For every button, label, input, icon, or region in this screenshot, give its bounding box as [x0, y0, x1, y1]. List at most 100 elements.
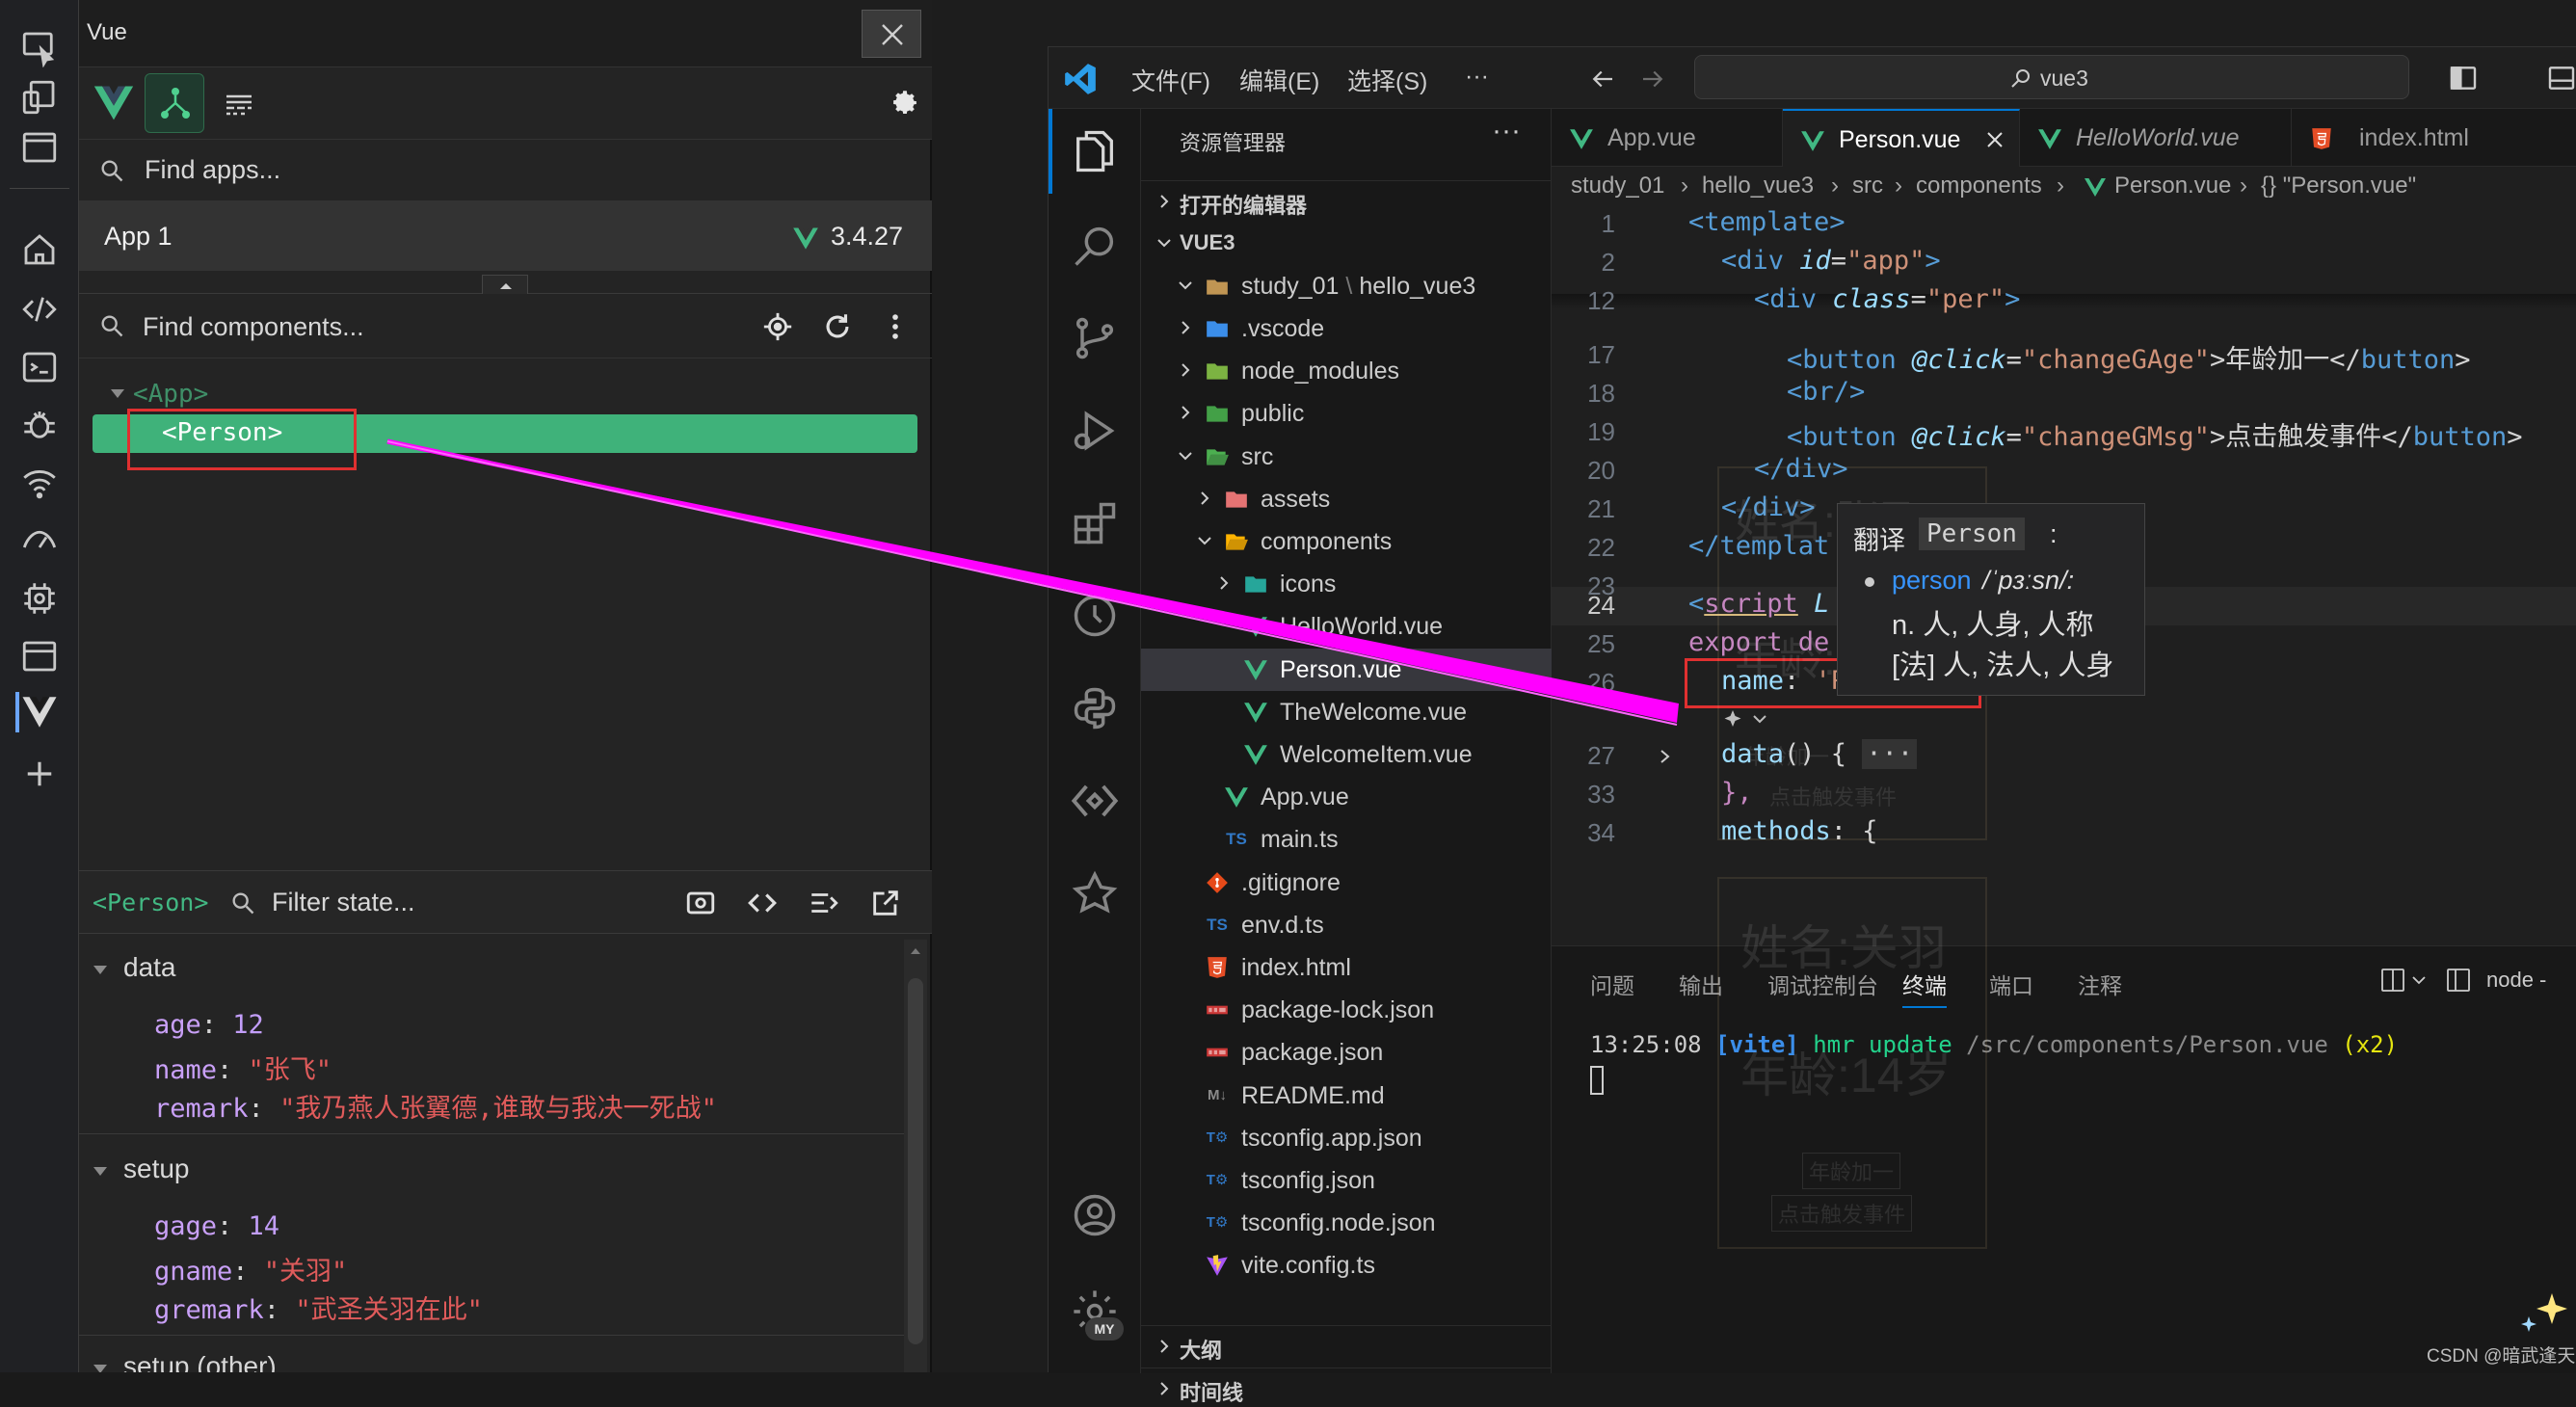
workspace-section[interactable]: VUE3: [1141, 223, 1552, 265]
file-tree-row[interactable]: .gitignore: [1141, 862, 1552, 904]
toggle-panel-icon[interactable]: [2546, 63, 2576, 93]
menu-file[interactable]: 文件(F): [1131, 63, 1210, 97]
file-tree-row[interactable]: components: [1141, 520, 1552, 563]
app-selector[interactable]: App 1 3.4.27: [79, 201, 932, 271]
explorer-more-icon[interactable]: ···: [1492, 115, 1521, 147]
panel-tab-problems[interactable]: 问题: [1590, 968, 1634, 1000]
collapse-arrow-icon[interactable]: [482, 275, 528, 294]
state-item[interactable]: remark: "我乃燕人张翼德,谁敢与我决一死战": [154, 1087, 717, 1125]
timeline-history-icon[interactable]: [1070, 591, 1120, 641]
file-tree-row[interactable]: package-lock.json: [1141, 989, 1552, 1031]
menu-more[interactable]: ···: [1465, 63, 1489, 91]
memory-chip-icon[interactable]: [19, 578, 60, 619]
section-collapse-icon[interactable]: [91, 1161, 110, 1181]
terminal-cursor[interactable]: [1590, 1066, 1604, 1095]
folder-row-root[interactable]: study_01 \ hello_vue3: [1141, 265, 1552, 307]
vue-devtools-icon[interactable]: [15, 692, 57, 732]
performance-icon[interactable]: [19, 520, 60, 561]
extensions-icon[interactable]: [1070, 498, 1120, 548]
menu-edit[interactable]: 编辑(E): [1239, 63, 1319, 97]
file-tree-row[interactable]: package.json: [1141, 1031, 1552, 1074]
section-collapse-icon[interactable]: [91, 960, 110, 979]
file-tree-row[interactable]: TS env.d.ts: [1141, 904, 1552, 946]
application-icon[interactable]: [19, 636, 60, 677]
window-icon[interactable]: [19, 127, 60, 168]
state-scrollbar[interactable]: [904, 940, 927, 1372]
tree-node-app[interactable]: <App>: [133, 380, 208, 409]
fold-chevron-icon[interactable]: [1656, 745, 1675, 768]
timeline-tab-icon[interactable]: [224, 89, 254, 119]
terminal-selector[interactable]: node -: [2486, 968, 2546, 993]
timeline-section[interactable]: 时间线: [1141, 1367, 1552, 1405]
home-icon[interactable]: [19, 229, 60, 270]
chevron-down-icon[interactable]: [1195, 530, 1214, 551]
file-tree-row[interactable]: WelcomeItem.vue: [1141, 733, 1552, 776]
account-icon[interactable]: [1070, 1190, 1120, 1240]
breadcrumb-item[interactable]: {} "Person.vue": [2261, 173, 2416, 199]
code-icon[interactable]: [19, 289, 60, 330]
file-tree-row[interactable]: node_modules: [1141, 350, 1552, 392]
breadcrumb-item[interactable]: components: [1916, 173, 2042, 199]
tab-person-vue[interactable]: Person.vue: [1783, 109, 2020, 167]
file-tree-row[interactable]: TS main.ts: [1141, 818, 1552, 861]
file-tree-row[interactable]: M↓ README.md: [1141, 1075, 1552, 1117]
components-tab-button[interactable]: [145, 73, 204, 133]
close-tab-icon[interactable]: [1983, 128, 2006, 151]
cursor-select-icon[interactable]: [19, 27, 60, 67]
forward-arrow-icon[interactable]: [1638, 65, 1667, 93]
toggle-sidebar-icon[interactable]: [2448, 63, 2479, 93]
tab-helloworld-vue[interactable]: HelloWorld.vue: [2020, 109, 2292, 167]
tab-index-html[interactable]: index.html: [2292, 109, 2576, 167]
breadcrumb-item[interactable]: Person.vue: [2114, 173, 2231, 199]
close-button[interactable]: [862, 10, 921, 58]
split-divider[interactable]: [79, 271, 932, 294]
file-tree-row[interactable]: HelloWorld.vue: [1141, 605, 1552, 648]
file-tree-row[interactable]: T⚙ tsconfig.app.json: [1141, 1117, 1552, 1159]
find-apps-input[interactable]: Find apps...: [145, 155, 280, 185]
file-tree-row[interactable]: App.vue: [1141, 776, 1552, 818]
open-in-editor-icon[interactable]: [869, 887, 902, 919]
target-select-icon[interactable]: [761, 310, 794, 343]
remote-explorer-icon[interactable]: [1070, 776, 1120, 826]
breadcrumb-item[interactable]: hello_vue3: [1702, 173, 1814, 199]
open-editors-section[interactable]: 打开的编辑器: [1141, 180, 1552, 223]
outline-section[interactable]: 大纲: [1141, 1325, 1552, 1367]
tooltip-entry-link[interactable]: person: [1892, 566, 1972, 596]
back-arrow-icon[interactable]: [1588, 65, 1617, 93]
search-icon[interactable]: [1070, 221, 1120, 271]
find-components-input[interactable]: Find components...: [143, 312, 364, 342]
split-terminal-icon[interactable]: [2378, 966, 2432, 995]
file-tree-row[interactable]: Person.vue: [1141, 649, 1552, 691]
state-item[interactable]: gremark: "武圣关羽在此": [154, 1288, 483, 1326]
add-icon[interactable]: [19, 754, 60, 794]
scroll-to-component-icon[interactable]: [684, 887, 717, 919]
state-item[interactable]: name: "张飞": [154, 1049, 332, 1086]
file-tree-row[interactable]: icons: [1141, 563, 1552, 605]
breadcrumb-item[interactable]: study_01: [1571, 173, 1664, 199]
breadcrumb-item[interactable]: src: [1852, 173, 1883, 199]
refresh-icon[interactable]: [821, 310, 854, 343]
chevron-right-icon[interactable]: [1214, 572, 1234, 594]
file-tree-row[interactable]: assets: [1141, 478, 1552, 520]
file-tree-row[interactable]: index.html: [1141, 946, 1552, 989]
file-tree-row[interactable]: TheWelcome.vue: [1141, 691, 1552, 733]
chevron-down-icon[interactable]: [1176, 445, 1195, 466]
chevron-right-icon[interactable]: [1176, 317, 1195, 338]
file-tree-row[interactable]: T⚙ tsconfig.node.json: [1141, 1202, 1552, 1244]
chevron-right-icon[interactable]: [1195, 488, 1214, 509]
menu-selection[interactable]: 选择(S): [1347, 63, 1427, 97]
filter-state-input[interactable]: Filter state...: [272, 888, 415, 917]
inspect-dom-icon[interactable]: [746, 887, 779, 919]
explorer-files-icon[interactable]: [1070, 126, 1120, 176]
file-tree-row[interactable]: src: [1141, 436, 1552, 478]
python-icon[interactable]: [1070, 683, 1120, 733]
file-tree-row[interactable]: public: [1141, 392, 1552, 435]
state-item[interactable]: gage: 14: [154, 1211, 279, 1241]
state-item[interactable]: age: 12: [154, 1010, 264, 1040]
more-vertical-icon[interactable]: [879, 310, 912, 343]
settings-gear-icon[interactable]: [889, 87, 921, 119]
command-center-search[interactable]: vue3: [1694, 55, 2409, 99]
file-tree-row[interactable]: vite.config.ts: [1141, 1244, 1552, 1287]
manage-gear-icon[interactable]: MY: [1070, 1287, 1124, 1341]
panel-tab-comments[interactable]: 注释: [2078, 968, 2122, 1000]
